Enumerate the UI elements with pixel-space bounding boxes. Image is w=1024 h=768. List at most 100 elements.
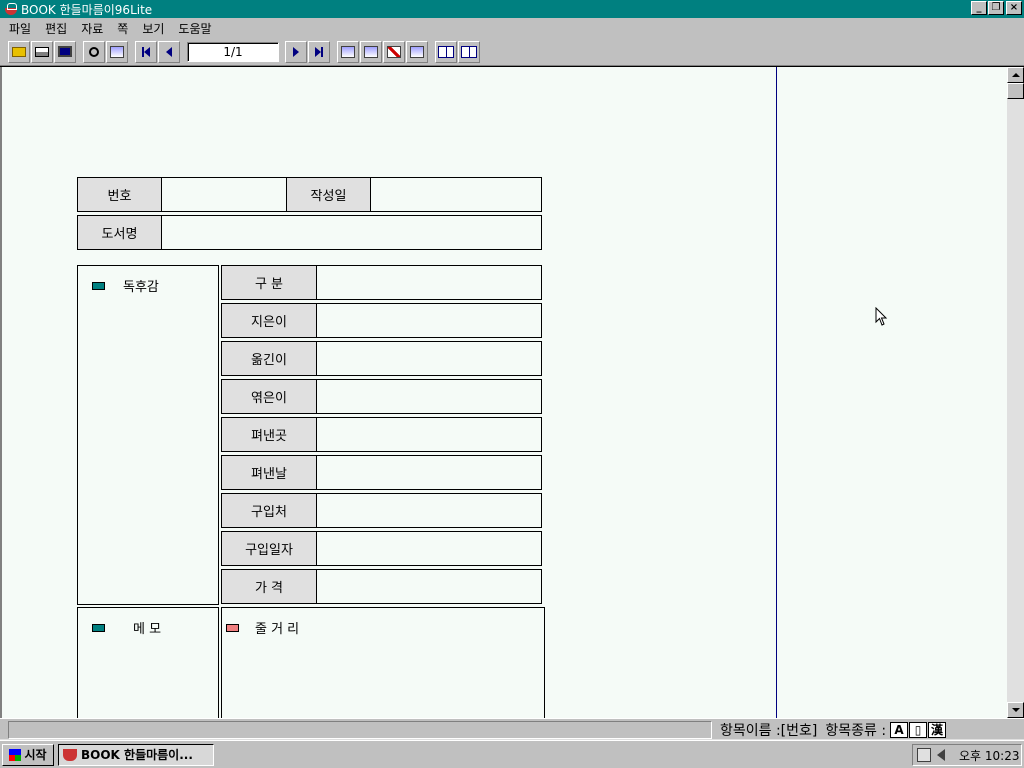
record-find-button[interactable] <box>337 40 359 63</box>
replace-button[interactable] <box>106 40 128 63</box>
window-controls: _ ❐ × <box>970 1 1022 15</box>
menu-data[interactable]: 자료 <box>74 20 110 37</box>
task-label: BOOK 한들마름이... <box>81 748 193 762</box>
system-tray: 오후 10:23 <box>912 744 1022 766</box>
field-label-translator: 옮긴이 <box>221 341 317 376</box>
menu-view[interactable]: 보기 <box>135 20 171 37</box>
field-purchase-date[interactable] <box>316 531 542 566</box>
summary-swatch-icon <box>226 623 239 632</box>
app-task-icon <box>63 748 77 761</box>
book-title-field[interactable] <box>161 215 542 250</box>
magnifier-icon <box>89 46 99 57</box>
volume-icon[interactable] <box>937 749 945 761</box>
number-field[interactable] <box>161 177 287 212</box>
scroll-up-button[interactable] <box>1007 67 1024 83</box>
memo-swatch-icon <box>92 623 105 632</box>
record-find-icon <box>341 45 355 58</box>
field-label-editor: 엮은이 <box>221 379 317 414</box>
folder-icon <box>12 46 26 57</box>
tray-app-icon[interactable] <box>917 748 931 762</box>
field-label-purchase-place: 구입처 <box>221 493 317 528</box>
minimize-button[interactable]: _ <box>971 1 987 15</box>
arrow-up-icon <box>1011 73 1020 77</box>
vertical-scrollbar[interactable] <box>1007 67 1024 718</box>
review-swatch-icon <box>92 281 105 290</box>
taskbar: 시작 BOOK 한들마름이... 오후 10:23 <box>0 740 1024 768</box>
memo-label: 메 모 <box>133 622 162 637</box>
clock[interactable]: 오후 10:23 <box>959 747 1019 764</box>
field-type-status: 항목종류 : <box>825 722 887 739</box>
summary-box[interactable]: 줄 거 리 <box>221 607 545 719</box>
field-label-price: 가 격 <box>221 569 317 604</box>
app-icon[interactable] <box>4 2 18 16</box>
start-button[interactable]: 시작 <box>2 743 54 766</box>
document-workspace[interactable]: 번호 작성일 도서명 독후감 구 분 지은이 옮긴이 엮은이 펴낸곳 펴낸날 구… <box>0 66 1024 719</box>
window-title: BOOK 한들마름이96Lite <box>21 2 153 17</box>
created-date-field[interactable] <box>370 177 542 212</box>
field-publisher[interactable] <box>316 417 542 452</box>
field-name-status: 항목이름 :[번호] <box>720 722 818 739</box>
hanja-type-icon[interactable]: 漢 <box>928 721 947 738</box>
book-view-button[interactable] <box>435 40 457 63</box>
print-button[interactable] <box>31 40 53 63</box>
record-copy-button[interactable] <box>406 40 428 63</box>
summary-label: 줄 거 리 <box>255 622 300 637</box>
scroll-thumb[interactable] <box>1007 83 1024 99</box>
start-label: 시작 <box>24 748 47 762</box>
field-author[interactable] <box>316 303 542 338</box>
book-title-label: 도서명 <box>77 215 162 250</box>
record-copy-icon <box>410 45 424 58</box>
field-label-publish-date: 펴낸날 <box>221 455 317 490</box>
field-purchase-place[interactable] <box>316 493 542 528</box>
next-page-button[interactable] <box>285 40 307 63</box>
taskbar-app-button[interactable]: BOOK 한들마름이... <box>58 743 214 766</box>
menu-help[interactable]: 도움말 <box>171 20 218 37</box>
printer-icon <box>35 46 49 57</box>
status-bar: 항목이름 :[번호] 항목종류 : A ▯ 漢 <box>0 718 1024 740</box>
toolbar: 1/1 <box>0 38 1024 66</box>
screen-button[interactable] <box>54 40 76 63</box>
box-type-icon[interactable]: ▯ <box>909 721 928 738</box>
page-boundary <box>776 67 777 718</box>
number-label: 번호 <box>77 177 162 212</box>
open-folder-button[interactable] <box>8 40 30 63</box>
prev-page-button[interactable] <box>158 40 180 63</box>
field-publish-date[interactable] <box>316 455 542 490</box>
last-page-button[interactable] <box>308 40 330 63</box>
menu-page[interactable]: 쪽 <box>110 20 135 37</box>
book-icon <box>438 45 454 58</box>
field-editor[interactable] <box>316 379 542 414</box>
created-date-label: 작성일 <box>286 177 371 212</box>
menu-bar: 파일 편집 자료 쪽 보기 도움말 <box>0 18 1024 38</box>
search-button[interactable] <box>83 40 105 63</box>
review-box[interactable]: 독후감 <box>77 265 219 605</box>
record-insert-icon <box>364 45 378 58</box>
page-indicator[interactable]: 1/1 <box>187 41 279 62</box>
windows-logo-icon <box>9 748 22 761</box>
field-label-purchase-date: 구입일자 <box>221 531 317 566</box>
text-type-icon[interactable]: A <box>890 721 909 738</box>
record-insert-button[interactable] <box>360 40 382 63</box>
field-label-category: 구 분 <box>221 265 317 300</box>
menu-edit[interactable]: 편집 <box>38 20 74 37</box>
close-button[interactable]: × <box>1006 1 1022 15</box>
field-price[interactable] <box>316 569 542 604</box>
restore-button[interactable]: ❐ <box>988 1 1004 15</box>
memo-box[interactable]: 메 모 <box>77 607 219 719</box>
title-bar[interactable]: BOOK 한들마름이96Lite _ ❐ × <box>0 0 1024 18</box>
field-category[interactable] <box>316 265 542 300</box>
open-book-icon <box>461 45 477 58</box>
field-label-author: 지은이 <box>221 303 317 338</box>
first-page-button[interactable] <box>135 40 157 63</box>
field-translator[interactable] <box>316 341 542 376</box>
replace-icon <box>110 45 124 58</box>
review-label: 독후감 <box>123 280 159 295</box>
menu-file[interactable]: 파일 <box>2 20 38 37</box>
arrow-down-icon <box>1011 708 1020 712</box>
book-open-button[interactable] <box>458 40 480 63</box>
record-delete-button[interactable] <box>383 40 405 63</box>
next-icon <box>293 46 299 57</box>
record-delete-icon <box>387 45 401 58</box>
scroll-down-button[interactable] <box>1007 702 1024 718</box>
field-label-publisher: 펴낸곳 <box>221 417 317 452</box>
